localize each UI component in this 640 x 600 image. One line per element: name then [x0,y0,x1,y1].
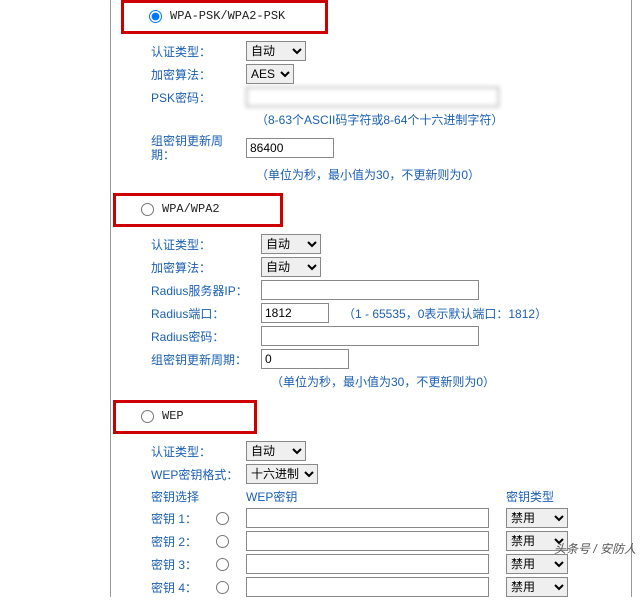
psk-gkey-label: 组密钥更新周期： [151,134,246,162]
wep-key-2-radio[interactable] [216,535,229,548]
wpa-port-input[interactable] [261,303,329,323]
psk-key-input[interactable] [246,87,499,107]
wpa-srvip-label: Radius服务器IP： [151,282,261,299]
radio-wpa-psk[interactable] [149,10,162,23]
wpa-pwd-input[interactable] [261,326,479,346]
wpa-srvip-input[interactable] [261,280,479,300]
wep-key-3-radio[interactable] [216,558,229,571]
wep-header-row: 密钥选择 WEP密钥 密钥类型 [151,488,621,505]
psk-key-hint: （8-63个ASCII码字符或8-64个十六进制字符） [256,111,621,128]
wep-auth-label: 认证类型： [151,443,246,460]
psk-gkey-input[interactable] [246,138,334,158]
wep-key-4-label: 密钥 4： [151,579,211,596]
highlight-wep: WEP [113,400,257,434]
wep-fmt-select[interactable]: 十六进制 [246,464,318,484]
wpa-gkey-hint: （单位为秒，最小值为30，不更新则为0） [271,373,621,390]
wep-fmt-label: WEP密钥格式： [151,466,246,483]
wep-key-3-label: 密钥 3： [151,556,211,573]
wpa-gkey-label: 组密钥更新周期： [151,351,261,368]
wep-key-2-input[interactable] [246,531,489,551]
wep-key-row: 密钥 2： 禁用 [151,531,621,551]
wep-key-1-type[interactable]: 禁用 [506,508,568,528]
wep-key-4-type[interactable]: 禁用 [506,577,568,597]
highlight-wpa: WPA/WPA2 [113,193,283,227]
wpa-enc-label: 加密算法： [151,259,261,276]
radio-wep-label: WEP [162,409,184,423]
radio-wpa-psk-label: WPA-PSK/WPA2-PSK [170,9,285,23]
psk-enc-label: 加密算法： [151,66,246,83]
wep-key-1-input[interactable] [246,508,489,528]
radio-wpa-label: WPA/WPA2 [162,202,220,216]
wpa-auth-select[interactable]: 自动 [261,234,321,254]
psk-key-label: PSK密码： [151,89,246,106]
wpa-port-hint: （1 - 65535，0表示默认端口：1812） [343,305,547,322]
wpa-enc-select[interactable]: 自动 [261,257,321,277]
wep-key-3-input[interactable] [246,554,489,574]
radio-wpa[interactable] [141,203,154,216]
highlight-wpa-psk: WPA-PSK/WPA2-PSK [121,0,328,34]
psk-auth-label: 认证类型： [151,43,246,60]
wep-key-3-type[interactable]: 禁用 [506,554,568,574]
wep-auth-select[interactable]: 自动 [246,441,306,461]
wep-hdr-type: 密钥类型 [506,488,566,505]
wep-key-row: 密钥 1： 禁用 [151,508,621,528]
wep-key-row: 密钥 3： 禁用 [151,554,621,574]
wep-key-row: 密钥 4： 禁用 [151,577,621,597]
settings-panel: WPA-PSK/WPA2-PSK 认证类型： 自动 加密算法： AES PSK密… [110,0,632,597]
wep-key-4-input[interactable] [246,577,489,597]
wep-key-4-radio[interactable] [216,581,229,594]
wep-key-1-radio[interactable] [216,512,229,525]
wep-hdr-key: WEP密钥 [246,488,506,505]
wpa-auth-label: 认证类型： [151,236,261,253]
wep-key-1-label: 密钥 1： [151,510,211,527]
radio-wep[interactable] [141,410,154,423]
wpa-pwd-label: Radius密码： [151,328,261,345]
wpa-gkey-input[interactable] [261,349,349,369]
psk-gkey-hint: （单位为秒，最小值为30，不更新则为0） [256,166,621,183]
psk-enc-select[interactable]: AES [246,64,294,84]
wpa-port-label: Radius端口： [151,305,261,322]
wep-key-2-label: 密钥 2： [151,533,211,550]
wep-hdr-select: 密钥选择 [151,488,246,505]
psk-auth-select[interactable]: 自动 [246,41,306,61]
watermark-text: 头条号 / 安防人 [554,540,636,557]
